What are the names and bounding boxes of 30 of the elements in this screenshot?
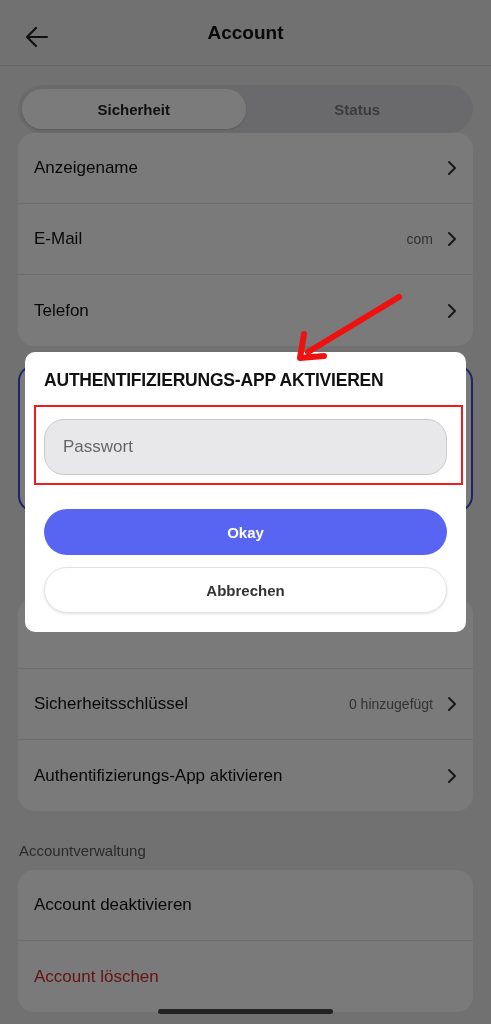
row-label: E-Mail: [34, 229, 84, 249]
settings-row[interactable]: Account deaktivieren: [18, 870, 473, 941]
okay-button[interactable]: Okay: [44, 509, 447, 555]
cancel-button[interactable]: Abbrechen: [44, 567, 447, 613]
row-value: 0 hinzugefügt: [348, 696, 433, 712]
chevron-icon: [447, 696, 457, 712]
screen-title: Account: [207, 21, 284, 44]
tab[interactable]: Sicherheit: [22, 89, 246, 129]
row-label: Sicherheitsschlüssel: [34, 694, 189, 714]
settings-row[interactable]: Telefon: [18, 275, 473, 346]
chevron-icon: [447, 302, 457, 319]
chevron-icon: [447, 231, 457, 247]
chevron-icon: [447, 160, 457, 176]
row-value: com: [406, 231, 433, 247]
settings-row[interactable]: Authentifizierungs-App aktivieren: [18, 740, 473, 811]
chevron-icon: [447, 767, 457, 784]
back-button[interactable]: [25, 26, 49, 48]
settings-row[interactable]: Anzeigename: [18, 133, 473, 204]
back-arrow-icon: [25, 26, 49, 48]
dialog-title: AUTHENTIFIZIERUNGS-APP AKTIVIEREN: [44, 370, 385, 392]
settings-row[interactable]: Sicherheitsschlüssel 0 hinzugefügt: [18, 669, 473, 740]
section-heading: Accountverwaltung: [19, 842, 146, 859]
row-label: Account löschen: [34, 966, 160, 987]
settings-row[interactable]: Account löschen: [18, 941, 473, 1012]
row-label: Anzeigename: [34, 158, 139, 178]
password-field[interactable]: Passwort: [44, 419, 447, 475]
settings-row[interactable]: E-Mail com: [18, 204, 473, 275]
row-label: Telefon: [34, 300, 90, 321]
row-label: Account deaktivieren: [34, 895, 193, 915]
row-label: Authentifizierungs-App aktivieren: [34, 765, 284, 786]
